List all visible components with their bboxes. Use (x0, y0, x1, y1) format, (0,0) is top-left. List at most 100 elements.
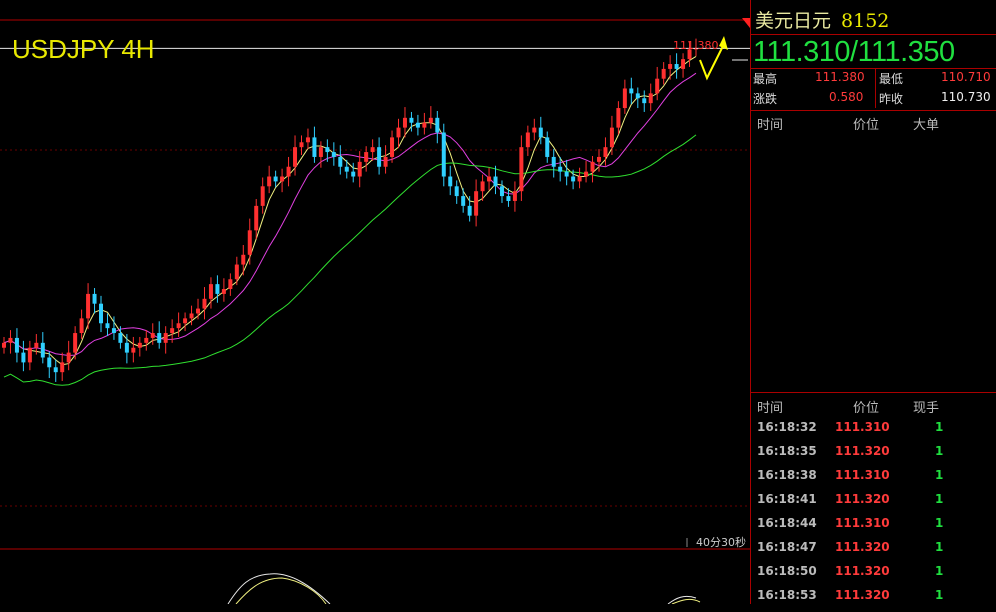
trade-time: 16:18:32 (757, 420, 817, 434)
trade-time: 16:18:53 (757, 588, 817, 602)
candle-body (622, 88, 627, 109)
candle-body (428, 117, 433, 123)
candle-body (525, 132, 530, 148)
candle-body (260, 186, 265, 206)
candle-body (370, 147, 375, 153)
candle-body (21, 352, 26, 363)
candle-body (383, 156, 388, 167)
divider (751, 34, 996, 35)
trade-volume: 1 (935, 492, 944, 506)
trade-row: 16:18:38 111.310 1 (751, 468, 996, 492)
trade-row: 16:18:44 111.310 1 (751, 516, 996, 540)
candle-body (331, 152, 336, 157)
candle-body (635, 93, 640, 99)
candle-body (176, 323, 181, 329)
candle-body (47, 357, 52, 368)
candle-body (441, 132, 446, 177)
trade-row: 16:18:41 111.320 1 (751, 492, 996, 516)
trade-volume: 1 (935, 444, 944, 458)
candle-body (118, 333, 123, 343)
candle-body (53, 367, 58, 373)
oscillator-signal-line (671, 598, 701, 604)
candle-body (189, 313, 194, 319)
trade-time: 16:18:35 (757, 444, 817, 458)
candle-body (577, 176, 582, 182)
oscillator-signal-line (235, 577, 327, 604)
candle-body (493, 176, 498, 187)
candle-body (221, 289, 226, 294)
candle-body (480, 181, 485, 192)
candlestick-chart[interactable]: 111.380 USDJPY 4H 40分30秒 (0, 0, 750, 604)
trade-volume: 1 (935, 588, 944, 602)
candle-body (474, 191, 479, 216)
candle-body (616, 108, 621, 128)
candle-body (357, 161, 362, 177)
candle-body (157, 333, 162, 343)
candle-body (396, 127, 401, 138)
candle-body (338, 156, 343, 167)
candle-body (137, 342, 142, 348)
candle-body (170, 328, 175, 334)
bid-ask-price: 111.310/111.350 (753, 36, 955, 68)
candle-body (655, 78, 660, 94)
candle-body (124, 342, 129, 353)
candle-body (208, 284, 213, 299)
candle-body (318, 147, 323, 157)
candle-body (105, 323, 110, 329)
prev-close-label: 昨收 (879, 92, 904, 106)
candle-body (402, 117, 407, 128)
candle-body (254, 205, 259, 231)
candle-body (92, 293, 97, 304)
candle-body (325, 147, 330, 153)
candle-body (202, 298, 207, 309)
candle-body (674, 64, 679, 69)
col-volume-header: 现手 (913, 401, 940, 416)
candle-body (293, 147, 298, 167)
candle-body (487, 176, 492, 182)
divider (751, 392, 996, 393)
trade-price: 111.320 (835, 444, 890, 458)
candle-body (448, 176, 453, 187)
candle-body (131, 347, 136, 353)
trade-row: 16:18:32 111.310 1 (751, 420, 996, 444)
candle-body (409, 117, 414, 123)
candle-body (551, 156, 556, 167)
trade-volume: 1 (935, 540, 944, 554)
candle-body (163, 333, 168, 343)
candle-body (299, 142, 304, 148)
candle-body (390, 137, 395, 157)
corner-marker (742, 18, 750, 28)
candle-body (648, 93, 653, 104)
stat-row-high-low: 最高 111.380 最低 110.710 (751, 68, 996, 86)
candle-body (196, 308, 201, 314)
trade-price: 111.320 (835, 564, 890, 578)
col-big-order-header: 大单 (913, 118, 940, 133)
chart-canvas: 111.380 (0, 18, 750, 604)
candle-body (558, 166, 563, 172)
candle-body (661, 68, 666, 79)
trade-volume: 1 (935, 516, 944, 530)
bar-countdown-timer: 40分30秒 (696, 536, 746, 549)
candle-body (14, 337, 19, 353)
candle-body (584, 171, 589, 177)
low-value: 110.710 (941, 70, 991, 84)
trade-time: 16:18:44 (757, 516, 817, 530)
instrument-title: 美元日元 8152 (755, 6, 889, 33)
candle-body (66, 352, 71, 363)
candle-body (150, 333, 155, 338)
candle-body (40, 342, 45, 358)
trade-row: 16:18:53 111.320 1 (751, 588, 996, 612)
candle-body (467, 205, 472, 216)
col-price-header: 价位 (853, 401, 880, 416)
stat-row-change-prevclose: 涨跌 0.580 昨收 110.730 (751, 88, 996, 106)
trade-price: 111.320 (835, 540, 890, 554)
candle-body (247, 230, 252, 255)
candle-body (415, 122, 420, 128)
candle-body (364, 152, 369, 162)
candle-body (228, 279, 233, 290)
candle-body (344, 166, 349, 172)
instrument-code: 8152 (841, 10, 890, 32)
candle-body (86, 293, 91, 319)
col-time-header: 时间 (757, 401, 784, 416)
candle-body (512, 191, 517, 201)
